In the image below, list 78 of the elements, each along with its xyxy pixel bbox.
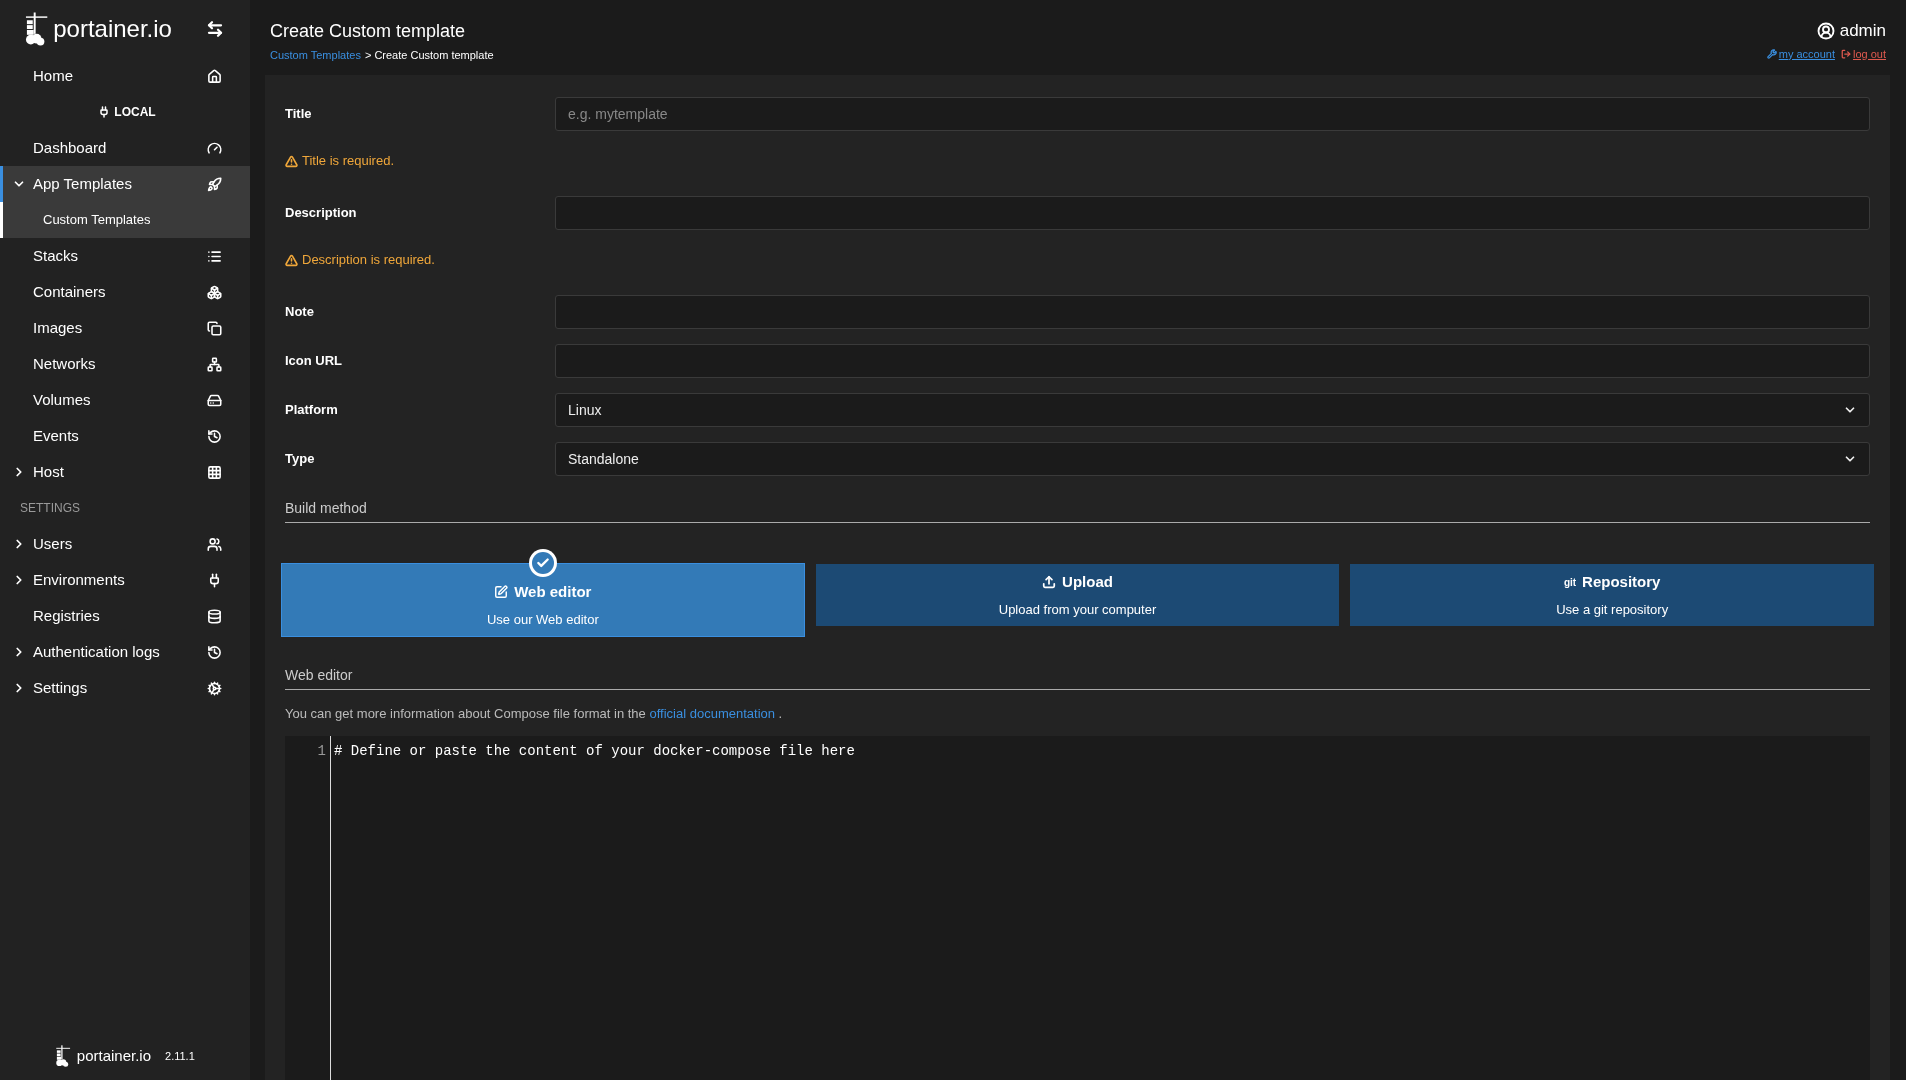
version-text: 2.11.1: [165, 1048, 195, 1064]
list-icon: [207, 248, 222, 264]
section-title: Web editor: [285, 667, 353, 683]
sidebar-item[interactable]: Containers: [0, 274, 250, 310]
text-field[interactable]: e.g. mytemplate: [555, 97, 1870, 131]
sidebar-item[interactable]: Stacks: [0, 238, 250, 274]
my-account-link[interactable]: my account: [1766, 45, 1835, 62]
drive-icon: [207, 392, 222, 408]
sidebar-item[interactable]: App Templates: [0, 166, 250, 202]
copy-icon: [207, 320, 222, 336]
history-icon: [207, 428, 222, 444]
gauge-icon: [207, 140, 222, 156]
wrench-icon: [1766, 48, 1777, 59]
history-icon: [207, 644, 222, 660]
text-field[interactable]: [555, 196, 1870, 230]
sidebar-item[interactable]: Volumes: [0, 382, 250, 418]
users-icon: [207, 536, 222, 552]
field-label: Title: [285, 105, 313, 124]
sidebar-item[interactable]: Events: [0, 418, 250, 454]
build-method-option[interactable]: Upload Upload from your computer: [815, 564, 1340, 626]
sidebar-item[interactable]: Environments: [0, 562, 250, 598]
warning-icon: [285, 154, 298, 168]
field-label: Description: [285, 204, 358, 223]
network-icon: [207, 356, 222, 372]
sidebar-item[interactable]: Authentication logs: [0, 634, 250, 670]
warning-icon: [285, 253, 298, 267]
documentation-link[interactable]: official documentation: [649, 706, 775, 721]
select-field[interactable]: Standalone: [555, 442, 1870, 476]
build-method-option[interactable]: git Repository Use a git repository: [1350, 564, 1874, 626]
database-icon: [207, 608, 222, 624]
sidebar-item[interactable]: Dashboard: [0, 130, 250, 166]
home-icon: [207, 68, 222, 84]
help-text: You can get more information about Compose file format in the official documentation .: [285, 705, 784, 723]
select-field[interactable]: Linux: [555, 393, 1870, 427]
boxes-icon: [207, 284, 222, 300]
grid-icon: [207, 464, 222, 480]
error-message: Description is required.: [302, 251, 435, 270]
git-label: git: [1563, 575, 1577, 590]
check-badge-icon: [528, 549, 557, 577]
sidebar-item[interactable]: Registries: [0, 598, 250, 634]
page-title: Create Custom template: [270, 20, 467, 43]
text-field[interactable]: [555, 344, 1870, 378]
error-message: Title is required.: [302, 152, 394, 171]
field-label: Note: [285, 303, 315, 322]
sidebar-item[interactable]: Settings: [0, 670, 250, 706]
sidebar-subitem[interactable]: Custom Templates: [0, 202, 250, 238]
logout-icon: [1840, 48, 1851, 59]
footer-logo-text: portainer.io: [76, 1045, 151, 1066]
logo-text: portainer.io: [53, 14, 173, 44]
log-out-link[interactable]: log out: [1840, 45, 1886, 62]
line-number: 1: [317, 741, 326, 761]
code-line: # Define or paste the content of your docker-compose file here: [334, 741, 855, 761]
field-label: Icon URL: [285, 352, 344, 371]
plug-icon: [98, 106, 111, 118]
plug-icon: [207, 572, 222, 588]
sidebar-item[interactable]: Images: [0, 310, 250, 346]
upload-icon: [1042, 575, 1057, 590]
field-label: Type: [285, 450, 316, 469]
environment-label: LOCAL: [114, 104, 156, 121]
swap-arrows-icon[interactable]: [206, 20, 224, 38]
rocket-icon: [207, 176, 222, 192]
field-label: Platform: [285, 401, 339, 420]
edit-icon: [494, 585, 509, 600]
breadcrumb-link[interactable]: Custom Templates: [270, 47, 361, 64]
user-icon: [1816, 21, 1835, 40]
username: admin: [1839, 20, 1886, 42]
crane-logo-icon: [55, 1045, 73, 1067]
sidebar-item[interactable]: Host: [0, 454, 250, 490]
sidebar-item[interactable]: Home: [0, 58, 250, 94]
code-editor[interactable]: 1 # Define or paste the content of your docker-compose file here: [285, 735, 1870, 1080]
text-field[interactable]: [555, 295, 1870, 329]
sidebar-item[interactable]: Users: [0, 526, 250, 562]
section-title: Build method: [285, 500, 367, 516]
sidebar-item[interactable]: Networks: [0, 346, 250, 382]
gear-icon: [207, 680, 222, 696]
breadcrumb-current: > Create Custom template: [364, 48, 494, 63]
build-method-option[interactable]: Web editor Use our Web editor: [281, 563, 805, 637]
section-heading: SETTINGS: [20, 500, 80, 517]
